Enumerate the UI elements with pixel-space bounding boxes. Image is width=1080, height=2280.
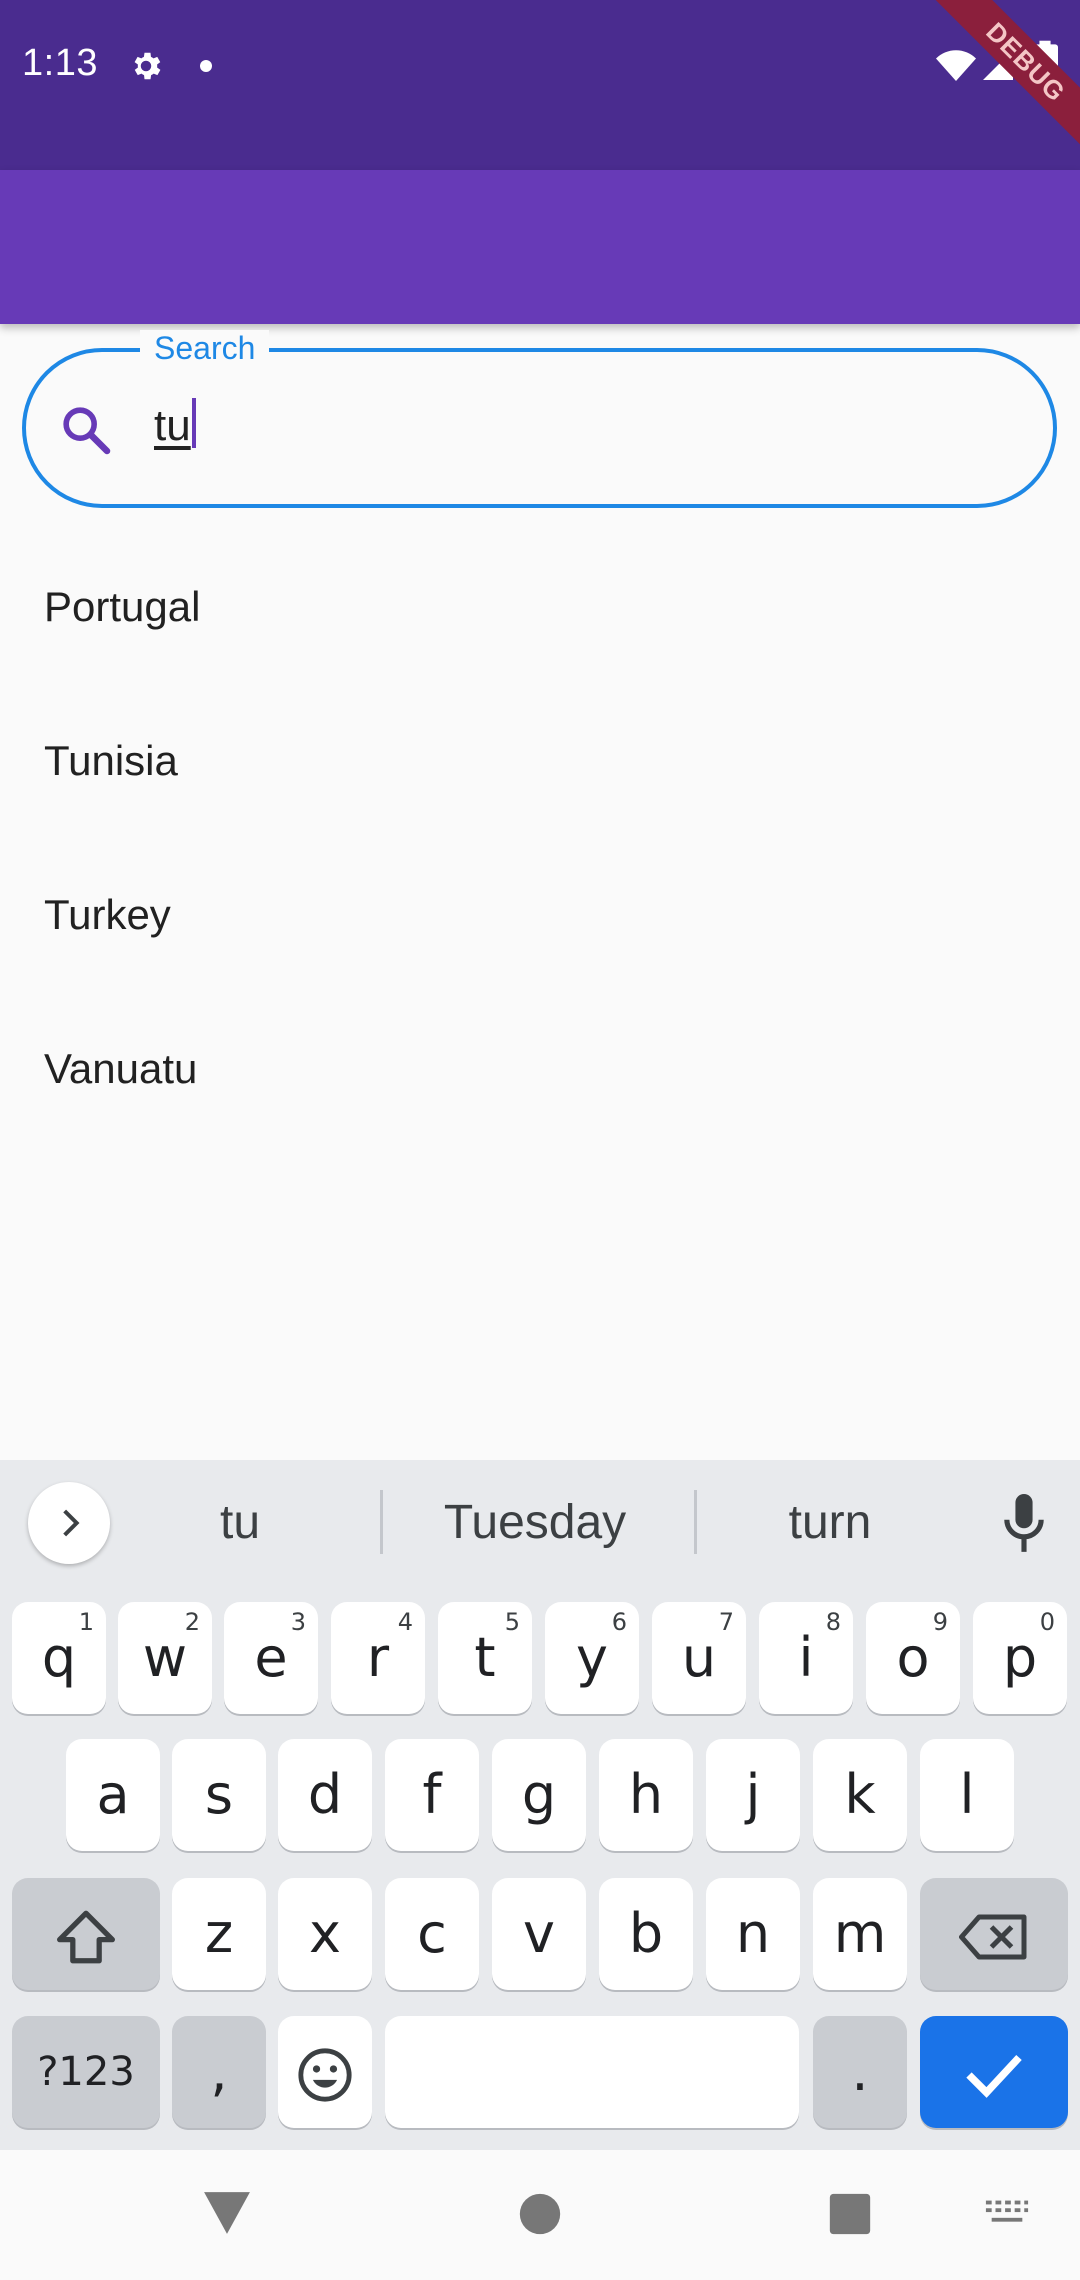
status-bar: 1:13 DEBUG — [0, 0, 1080, 170]
key-q[interactable]: q1 — [12, 1602, 106, 1714]
suggestion-1[interactable]: tu — [140, 1488, 340, 1558]
key-m[interactable]: m — [813, 1878, 907, 1990]
key-label: u — [681, 1626, 717, 1689]
suggestion-2[interactable]: Tuesday — [400, 1488, 670, 1558]
checkmark-icon — [966, 2055, 1022, 2099]
list-item-label: Turkey — [44, 891, 171, 938]
status-time: 1:13 — [22, 42, 98, 84]
key-label: o — [896, 1626, 930, 1689]
search-icon — [63, 407, 111, 455]
key-hint: 6 — [611, 1608, 627, 1636]
key-x[interactable]: x — [278, 1878, 372, 1990]
key-z[interactable]: z — [172, 1878, 266, 1990]
key-hint: 5 — [504, 1608, 520, 1636]
key-label: e — [254, 1626, 288, 1689]
key-label: t — [474, 1626, 496, 1689]
key-u[interactable]: u7 — [652, 1602, 746, 1714]
key-label: q — [41, 1626, 77, 1689]
symbols-key[interactable]: ?123 — [12, 2016, 160, 2128]
key-label: r — [366, 1626, 390, 1689]
key-hint: 0 — [1039, 1608, 1055, 1636]
emoji-icon — [298, 2048, 352, 2102]
key-hint: 9 — [932, 1608, 948, 1636]
key-d[interactable]: d — [278, 1739, 372, 1851]
key-label: i — [798, 1626, 814, 1689]
comma-key[interactable]: , — [172, 2016, 266, 2128]
backspace-icon — [959, 1914, 1027, 1960]
key-l[interactable]: l — [920, 1739, 1014, 1851]
key-s[interactable]: s — [172, 1739, 266, 1851]
list-item[interactable]: Portugal — [0, 530, 1080, 684]
key-w[interactable]: w2 — [118, 1602, 212, 1714]
back-triangle-icon[interactable] — [202, 2190, 252, 2236]
home-circle-icon[interactable] — [518, 2192, 562, 2236]
key-label: p — [1002, 1626, 1038, 1689]
list-item-label: Tunisia — [44, 737, 178, 784]
list-item-label: Vanuatu — [44, 1045, 198, 1092]
key-o[interactable]: o9 — [866, 1602, 960, 1714]
key-hint: 4 — [397, 1608, 413, 1636]
key-j[interactable]: j — [706, 1739, 800, 1851]
key-label: w — [142, 1626, 188, 1689]
key-n[interactable]: n — [706, 1878, 800, 1990]
key-g[interactable]: g — [492, 1739, 586, 1851]
list-item[interactable]: Vanuatu — [0, 992, 1080, 1146]
key-hint: 7 — [718, 1608, 734, 1636]
key-hint: 3 — [290, 1608, 306, 1636]
key-hint: 8 — [825, 1608, 841, 1636]
backspace-key[interactable] — [920, 1878, 1068, 1990]
suggestion-3[interactable]: turn — [730, 1488, 930, 1558]
key-i[interactable]: i8 — [759, 1602, 853, 1714]
recents-square-icon[interactable] — [828, 2192, 872, 2236]
period-key[interactable]: . — [813, 2016, 907, 2128]
key-k[interactable]: k — [813, 1739, 907, 1851]
key-e[interactable]: e3 — [224, 1602, 318, 1714]
key-h[interactable]: h — [599, 1739, 693, 1851]
keyboard-switch-icon[interactable] — [984, 2198, 1030, 2230]
suggestion-divider — [380, 1490, 383, 1554]
key-p[interactable]: p0 — [973, 1602, 1067, 1714]
app-bar — [0, 170, 1080, 324]
microphone-icon[interactable] — [1002, 1494, 1046, 1554]
key-r[interactable]: r4 — [331, 1602, 425, 1714]
list-item[interactable]: Tunisia — [0, 684, 1080, 838]
chevron-right-icon — [63, 1509, 80, 1537]
key-t[interactable]: t5 — [438, 1602, 532, 1714]
list-item-label: Portugal — [44, 583, 201, 630]
emoji-key[interactable] — [278, 2016, 372, 2128]
settings-gear-icon — [134, 52, 161, 80]
key-label: y — [576, 1626, 608, 1689]
suggestion-divider — [694, 1490, 697, 1554]
space-key[interactable] — [385, 2016, 799, 2128]
key-hint: 1 — [78, 1608, 94, 1636]
key-a[interactable]: a — [66, 1739, 160, 1851]
search-input-value: tu — [154, 401, 191, 450]
expand-suggestions-button[interactable] — [28, 1482, 110, 1564]
navigation-bar — [0, 2150, 1080, 2280]
key-y[interactable]: y6 — [545, 1602, 639, 1714]
key-f[interactable]: f — [385, 1739, 479, 1851]
notification-dot-icon — [200, 60, 212, 72]
wifi-icon — [936, 50, 976, 81]
text-caret — [191, 398, 196, 448]
search-label: Search — [140, 330, 270, 366]
key-b[interactable]: b — [599, 1878, 693, 1990]
search-input[interactable]: tu — [154, 398, 196, 451]
key-hint: 2 — [184, 1608, 200, 1636]
shift-key[interactable] — [12, 1878, 160, 1990]
shift-icon — [57, 1910, 115, 1964]
list-item[interactable]: Turkey — [0, 838, 1080, 992]
enter-key[interactable] — [920, 2016, 1068, 2128]
key-c[interactable]: c — [385, 1878, 479, 1990]
key-v[interactable]: v — [492, 1878, 586, 1990]
